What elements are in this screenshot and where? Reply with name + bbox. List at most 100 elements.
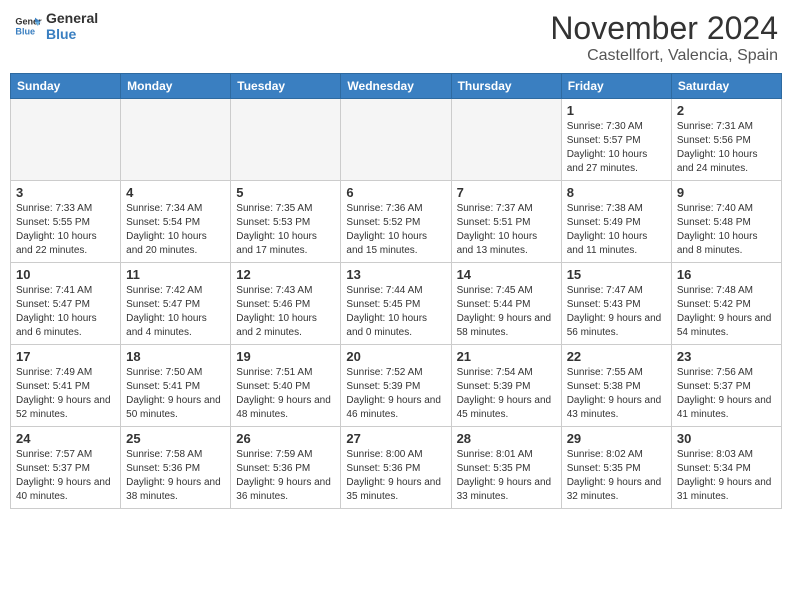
day-number: 3	[16, 185, 115, 200]
page-header: General Blue General Blue November 2024 …	[10, 10, 782, 65]
calendar-day-cell: 15Sunrise: 7:47 AM Sunset: 5:43 PM Dayli…	[561, 263, 671, 345]
day-number: 21	[457, 349, 556, 364]
day-number: 2	[677, 103, 776, 118]
calendar-day-cell: 6 Sunrise: 7:36 AM Sunset: 5:52 PM Daylig…	[341, 181, 451, 263]
calendar-day-cell: 17 Sunrise: 7:49 AM Sunset: 5:41 PM Dayli…	[11, 345, 121, 427]
day-number: 26	[236, 431, 335, 446]
day-info: Sunrise: 7:30 AM Sunset: 5:57 PM Dayligh…	[567, 120, 666, 176]
calendar-table: SundayMondayTuesdayWednesdayThursdayFrid…	[10, 73, 782, 509]
calendar-day-cell	[121, 99, 231, 181]
calendar-day-cell: 29Sunrise: 8:02 AM Sunset: 5:35 PM Dayli…	[561, 427, 671, 509]
day-info: Sunrise: 7:37 AM Sunset: 5:51 PM Dayligh…	[457, 202, 556, 258]
calendar-day-cell: 23 Sunrise: 7:56 AM Sunset: 5:37 PM Dayli…	[671, 345, 781, 427]
day-info: Sunrise: 8:03 AM Sunset: 5:34 PM Dayligh…	[677, 448, 776, 504]
day-number: 11	[126, 267, 225, 282]
day-number: 20	[346, 349, 445, 364]
day-number: 5	[236, 185, 335, 200]
day-number: 30	[677, 431, 776, 446]
day-info: Sunrise: 7:49 AM Sunset: 5:41 PM Dayligh…	[16, 366, 115, 422]
day-number: 15	[567, 267, 666, 282]
day-of-week-header: Tuesday	[231, 74, 341, 99]
day-info: Sunrise: 7:44 AM Sunset: 5:45 PM Dayligh…	[346, 284, 445, 340]
calendar-day-cell: 8Sunrise: 7:38 AM Sunset: 5:49 PM Daylig…	[561, 181, 671, 263]
day-number: 12	[236, 267, 335, 282]
day-of-week-header: Monday	[121, 74, 231, 99]
calendar-day-cell: 4Sunrise: 7:34 AM Sunset: 5:54 PM Daylig…	[121, 181, 231, 263]
title-block: November 2024 Castellfort, Valencia, Spa…	[550, 10, 778, 65]
day-number: 23	[677, 349, 776, 364]
calendar-day-cell: 13 Sunrise: 7:44 AM Sunset: 5:45 PM Dayli…	[341, 263, 451, 345]
day-info: Sunrise: 7:56 AM Sunset: 5:37 PM Dayligh…	[677, 366, 776, 422]
logo-general-text: General	[46, 10, 98, 26]
calendar-day-cell: 12 Sunrise: 7:43 AM Sunset: 5:46 PM Dayli…	[231, 263, 341, 345]
day-info: Sunrise: 7:36 AM Sunset: 5:52 PM Dayligh…	[346, 202, 445, 258]
day-number: 17	[16, 349, 115, 364]
calendar-day-cell: 11Sunrise: 7:42 AM Sunset: 5:47 PM Dayli…	[121, 263, 231, 345]
day-number: 19	[236, 349, 335, 364]
day-info: Sunrise: 7:51 AM Sunset: 5:40 PM Dayligh…	[236, 366, 335, 422]
day-number: 14	[457, 267, 556, 282]
day-number: 10	[16, 267, 115, 282]
day-info: Sunrise: 8:00 AM Sunset: 5:36 PM Dayligh…	[346, 448, 445, 504]
month-title: November 2024	[550, 10, 778, 47]
day-number: 6	[346, 185, 445, 200]
day-number: 13	[346, 267, 445, 282]
day-info: Sunrise: 7:55 AM Sunset: 5:38 PM Dayligh…	[567, 366, 666, 422]
calendar-day-cell: 20 Sunrise: 7:52 AM Sunset: 5:39 PM Dayli…	[341, 345, 451, 427]
calendar-week-row: 24 Sunrise: 7:57 AM Sunset: 5:37 PM Dayli…	[11, 427, 782, 509]
day-info: Sunrise: 7:40 AM Sunset: 5:48 PM Dayligh…	[677, 202, 776, 258]
calendar-day-cell: 14 Sunrise: 7:45 AM Sunset: 5:44 PM Dayli…	[451, 263, 561, 345]
calendar-day-cell: 7 Sunrise: 7:37 AM Sunset: 5:51 PM Daylig…	[451, 181, 561, 263]
day-info: Sunrise: 7:33 AM Sunset: 5:55 PM Dayligh…	[16, 202, 115, 258]
calendar-day-cell: 24 Sunrise: 7:57 AM Sunset: 5:37 PM Dayli…	[11, 427, 121, 509]
logo-icon: General Blue	[14, 12, 42, 40]
day-number: 1	[567, 103, 666, 118]
calendar-day-cell: 2 Sunrise: 7:31 AM Sunset: 5:56 PM Daylig…	[671, 99, 781, 181]
day-of-week-header: Friday	[561, 74, 671, 99]
calendar-day-cell: 1 Sunrise: 7:30 AM Sunset: 5:57 PM Daylig…	[561, 99, 671, 181]
calendar-day-cell	[231, 99, 341, 181]
day-info: Sunrise: 7:59 AM Sunset: 5:36 PM Dayligh…	[236, 448, 335, 504]
day-info: Sunrise: 7:48 AM Sunset: 5:42 PM Dayligh…	[677, 284, 776, 340]
day-info: Sunrise: 7:35 AM Sunset: 5:53 PM Dayligh…	[236, 202, 335, 258]
day-of-week-header: Sunday	[11, 74, 121, 99]
calendar-day-cell: 25 Sunrise: 7:58 AM Sunset: 5:36 PM Dayli…	[121, 427, 231, 509]
calendar-day-cell: 27 Sunrise: 8:00 AM Sunset: 5:36 PM Dayli…	[341, 427, 451, 509]
day-info: Sunrise: 8:02 AM Sunset: 5:35 PM Dayligh…	[567, 448, 666, 504]
day-info: Sunrise: 7:58 AM Sunset: 5:36 PM Dayligh…	[126, 448, 225, 504]
location-title: Castellfort, Valencia, Spain	[550, 47, 778, 65]
day-info: Sunrise: 7:31 AM Sunset: 5:56 PM Dayligh…	[677, 120, 776, 176]
day-info: Sunrise: 7:41 AM Sunset: 5:47 PM Dayligh…	[16, 284, 115, 340]
svg-text:Blue: Blue	[15, 26, 35, 36]
day-info: Sunrise: 7:54 AM Sunset: 5:39 PM Dayligh…	[457, 366, 556, 422]
day-info: Sunrise: 7:45 AM Sunset: 5:44 PM Dayligh…	[457, 284, 556, 340]
calendar-day-cell: 10 Sunrise: 7:41 AM Sunset: 5:47 PM Dayli…	[11, 263, 121, 345]
day-number: 27	[346, 431, 445, 446]
logo-blue-text: Blue	[46, 26, 98, 42]
calendar-day-cell: 5 Sunrise: 7:35 AM Sunset: 5:53 PM Daylig…	[231, 181, 341, 263]
day-number: 22	[567, 349, 666, 364]
day-number: 16	[677, 267, 776, 282]
day-info: Sunrise: 7:43 AM Sunset: 5:46 PM Dayligh…	[236, 284, 335, 340]
day-of-week-header: Thursday	[451, 74, 561, 99]
calendar-day-cell: 21 Sunrise: 7:54 AM Sunset: 5:39 PM Dayli…	[451, 345, 561, 427]
calendar-header-row: SundayMondayTuesdayWednesdayThursdayFrid…	[11, 74, 782, 99]
calendar-week-row: 17 Sunrise: 7:49 AM Sunset: 5:41 PM Dayli…	[11, 345, 782, 427]
day-of-week-header: Saturday	[671, 74, 781, 99]
day-info: Sunrise: 7:52 AM Sunset: 5:39 PM Dayligh…	[346, 366, 445, 422]
calendar-day-cell: 16 Sunrise: 7:48 AM Sunset: 5:42 PM Dayli…	[671, 263, 781, 345]
calendar-day-cell: 3 Sunrise: 7:33 AM Sunset: 5:55 PM Daylig…	[11, 181, 121, 263]
day-info: Sunrise: 7:57 AM Sunset: 5:37 PM Dayligh…	[16, 448, 115, 504]
day-info: Sunrise: 7:34 AM Sunset: 5:54 PM Dayligh…	[126, 202, 225, 258]
day-info: Sunrise: 7:38 AM Sunset: 5:49 PM Dayligh…	[567, 202, 666, 258]
calendar-day-cell: 26 Sunrise: 7:59 AM Sunset: 5:36 PM Dayli…	[231, 427, 341, 509]
day-info: Sunrise: 7:50 AM Sunset: 5:41 PM Dayligh…	[126, 366, 225, 422]
day-number: 24	[16, 431, 115, 446]
day-of-week-header: Wednesday	[341, 74, 451, 99]
day-number: 7	[457, 185, 556, 200]
calendar-week-row: 1 Sunrise: 7:30 AM Sunset: 5:57 PM Daylig…	[11, 99, 782, 181]
calendar-day-cell: 28Sunrise: 8:01 AM Sunset: 5:35 PM Dayli…	[451, 427, 561, 509]
day-number: 28	[457, 431, 556, 446]
calendar-day-cell: 9Sunrise: 7:40 AM Sunset: 5:48 PM Daylig…	[671, 181, 781, 263]
day-number: 25	[126, 431, 225, 446]
